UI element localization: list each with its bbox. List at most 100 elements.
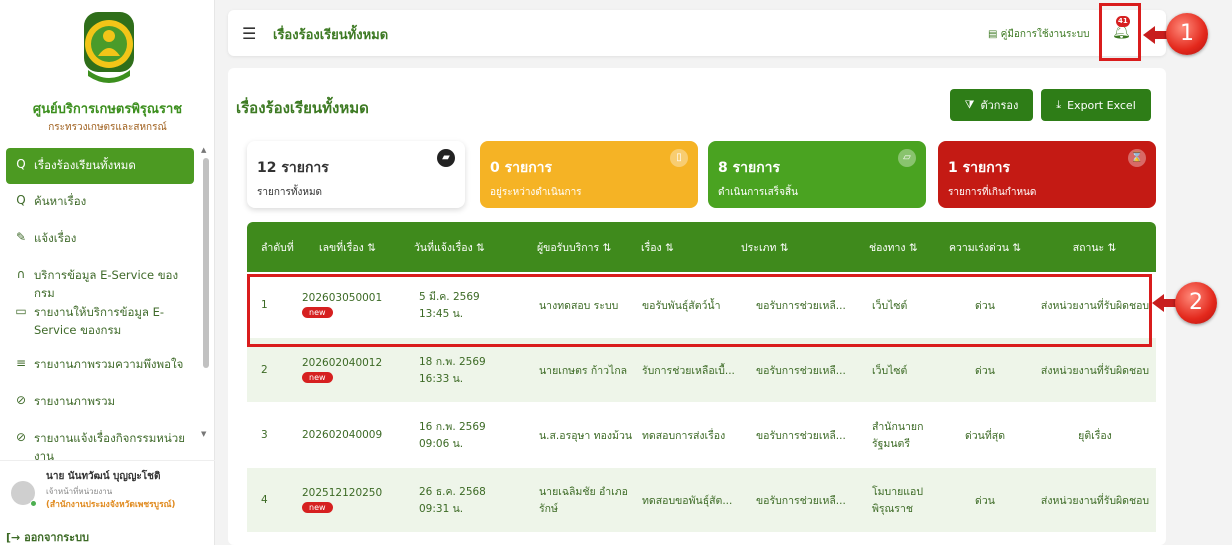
cell-no: 4: [261, 468, 306, 532]
column-header-no: ลำดับที่: [261, 241, 294, 254]
table-row[interactable]: 2 202602040012 new 18 ก.พ. 2569 16:33 น. นายเ…: [247, 338, 1156, 402]
cell-date: 16 ก.พ. 2569 09:06 น.: [419, 402, 519, 468]
cell-no: 3: [261, 402, 306, 468]
document-icon: ▯: [670, 149, 688, 167]
cell-subject: รับการช่วยเหลือเบื้...: [642, 338, 742, 402]
user-manual-label: คู่มือการใช้งานระบบ: [1000, 29, 1090, 40]
column-header-type[interactable]: ประเภท ⇅: [741, 222, 831, 272]
folder-icon: ▱: [898, 149, 916, 167]
cell-no: 2: [261, 338, 306, 402]
sidebar-item-eservice[interactable]: ∩ บริการข้อมูล E-Service ของกรม: [6, 258, 194, 300]
cell-requester: นายเฉลิมชัย อำเภอรักษ์: [539, 468, 639, 532]
sidebar-item-search[interactable]: Q ค้นหาเรื่อง: [6, 184, 194, 221]
cell-no-text: 3: [261, 429, 268, 441]
column-header-id[interactable]: เลขที่เรื่อง ⇅: [319, 222, 419, 272]
card-count: 8 รายการ: [718, 160, 781, 176]
cell-status: ส่งหน่วยงานที่รับผิดชอบ: [1040, 468, 1150, 532]
time-text: 09:31 น.: [419, 503, 464, 515]
table-header: ลำดับที่ เลขที่เรื่อง ⇅ วันที่แจ้งเรื่อง…: [247, 222, 1156, 272]
hamburger-menu-icon[interactable]: ☰: [242, 24, 256, 43]
brand-title: ศูนย์บริการเกษตรพิรุณราช: [32, 102, 183, 117]
sidebar: ศูนย์บริการเกษตรพิรุณราช กระทรวงเกษตรและ…: [0, 0, 215, 545]
cell-urgency: ด่วน: [940, 338, 1030, 402]
download-icon: ⤓: [1056, 98, 1062, 111]
column-header-urgency[interactable]: ความเร่งด่วน ⇅: [940, 222, 1030, 272]
sidebar-item-label: บริการข้อมูล E-Service ของกรม: [34, 268, 179, 300]
online-status-dot: [30, 500, 37, 507]
new-badge: new: [302, 502, 333, 513]
summary-card-all[interactable]: 12 รายการ รายการทั้งหมด ▰: [247, 141, 465, 208]
column-header-subject[interactable]: เรื่อง ⇅: [641, 222, 721, 272]
cell-subject: ทดสอบขอพันธุ์สัต...: [642, 468, 742, 532]
cell-status: ส่งหน่วยงานที่รับผิดชอบ: [1040, 338, 1150, 402]
cell-urgency-text: ด่วนที่สุด: [964, 429, 1006, 442]
filter-button[interactable]: ⧩ ตัวกรอง: [950, 89, 1033, 121]
scroll-up-arrow[interactable]: ▲: [201, 146, 206, 154]
cell-id: 202512120250 new: [302, 468, 402, 532]
sidebar-item-satisfaction[interactable]: ≡ รายงานภาพรวมความพึงพอใจ: [6, 347, 194, 384]
table-row[interactable]: 3 202602040009 16 ก.พ. 2569 09:06 น. น.ส.อรอ…: [247, 402, 1156, 468]
cell-id: 202602040009: [302, 402, 402, 468]
sidebar-item-label: แจ้งเรื่อง: [34, 231, 77, 245]
logout-icon: [→: [6, 531, 21, 544]
list-icon: ≡: [15, 356, 27, 370]
cell-subject-text: รับการช่วยเหลือเบื้...: [642, 364, 735, 377]
page-title: เรื่องร้องเรียนทั้งหมด: [236, 99, 369, 117]
column-header-status[interactable]: สถานะ ⇅: [1047, 222, 1142, 272]
annotation-marker-2: 2: [1175, 282, 1217, 324]
document-icon: ▤: [988, 29, 998, 40]
search-icon: Q: [16, 157, 26, 171]
sidebar-item-all-complaints[interactable]: Q เรื่องร้องเรียนทั้งหมด: [6, 148, 194, 184]
table-row[interactable]: 4 202512120250 new 26 ธ.ค. 2568 09:31 น. นายเ…: [247, 468, 1156, 532]
card-label: รายการทั้งหมด: [257, 187, 323, 198]
folder-icon: ▰: [437, 149, 455, 167]
sidebar-item-label: ค้นหาเรื่อง: [34, 194, 87, 208]
export-excel-button[interactable]: ⤓ Export Excel: [1041, 89, 1151, 121]
edit-icon: ✎: [15, 230, 27, 244]
sidebar-scrollbar[interactable]: [203, 158, 209, 368]
summary-card-pending[interactable]: 0 รายการ อยู่ระหว่างดำเนินการ ▯: [480, 141, 698, 208]
card-count: 12 รายการ: [257, 160, 329, 176]
complaint-id[interactable]: 202602040012: [302, 357, 382, 369]
summary-card-done[interactable]: 8 รายการ ดำเนินการเสร็จสิ้น ▱: [708, 141, 926, 208]
cell-no-text: 4: [261, 494, 268, 506]
time-text: 09:06 น.: [419, 438, 464, 450]
card-label: รายการที่เกินกำหนด: [948, 187, 1037, 198]
cell-urgency-text: ด่วน: [975, 494, 995, 507]
cell-type: ขอรับการช่วยเหลื...: [756, 468, 861, 532]
complaint-id[interactable]: 202512120250: [302, 487, 382, 499]
sidebar-item-report[interactable]: ✎ แจ้งเรื่อง: [6, 221, 194, 258]
chart-icon: ⊘: [15, 430, 27, 444]
cell-subject-text: ทดสอบขอพันธุ์สัต...: [642, 494, 733, 507]
filter-button-label: ตัวกรอง: [980, 99, 1019, 112]
cell-type-text: ขอรับการช่วยเหลื...: [756, 364, 846, 377]
complaint-id[interactable]: 202602040009: [302, 429, 382, 441]
cell-subject: ทดสอบการส่งเรื่อง: [642, 402, 742, 468]
summary-card-late[interactable]: 1 รายการ รายการที่เกินกำหนด ⌛: [938, 141, 1156, 208]
column-header-date[interactable]: วันที่แจ้งเรื่อง ⇅: [414, 222, 524, 272]
sidebar-item-overview[interactable]: ⊘ รายงานภาพรวม: [6, 384, 194, 421]
brand-subtitle: กระทรวงเกษตรและสหกรณ์: [48, 122, 167, 133]
user-profile: นาย นันทวัฒน์ บุญญะโชติ เจ้าหน้าที่หน่วย…: [0, 460, 215, 522]
highlight-box-row: [247, 274, 1152, 347]
sidebar-menu: Q เรื่องร้องเรียนทั้งหมด Q ค้นหาเรื่อง ✎…: [6, 148, 194, 463]
headset-icon: ∩: [16, 267, 26, 281]
logout-link[interactable]: [→ ออกจากระบบ: [6, 528, 89, 545]
sidebar-item-label: รายงานภาพรวม: [34, 394, 116, 408]
search-icon: Q: [16, 193, 26, 207]
cell-subject-text: ทดสอบการส่งเรื่อง: [642, 429, 726, 442]
cell-date: 18 ก.พ. 2569 16:33 น.: [419, 338, 519, 402]
cell-no-text: 2: [261, 364, 268, 376]
column-header-channel[interactable]: ช่องทาง ⇅: [869, 222, 949, 272]
card-label: ดำเนินการเสร็จสิ้น: [718, 187, 798, 198]
user-manual-link[interactable]: ▤ คู่มือการใช้งานระบบ: [988, 27, 1089, 42]
cell-id: 202602040012 new: [302, 338, 402, 402]
topbar-title: เรื่องร้องเรียนทั้งหมด: [273, 28, 389, 43]
cell-requester-text: นายเกษตร ก้าวไกล: [539, 364, 628, 377]
sidebar-item-activity-report[interactable]: ⊘ รายงานแจ้งเรื่องกิจกรรมหน่วยงาน: [6, 421, 194, 463]
column-header-requester[interactable]: ผู้ขอรับบริการ ⇅: [537, 222, 632, 272]
cell-type: ขอรับการช่วยเหลื...: [756, 402, 861, 468]
sidebar-item-label: เรื่องร้องเรียนทั้งหมด: [34, 158, 136, 172]
user-name: นาย นันทวัฒน์ บุญญะโชติ: [46, 471, 161, 482]
scroll-down-arrow[interactable]: ▼: [201, 430, 206, 438]
